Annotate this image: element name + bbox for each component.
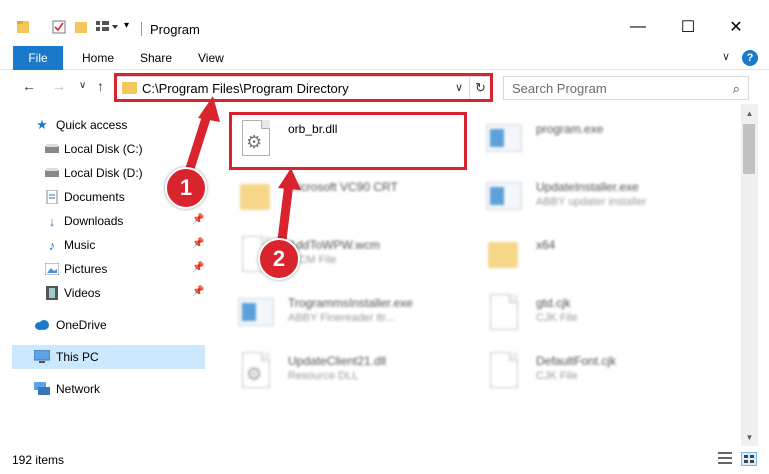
file-item-updateinstaller-exe[interactable]: UpdateInstaller.exe ABBY updater install…	[480, 170, 720, 226]
tab-view[interactable]: View	[198, 51, 224, 65]
large-icons-view-icon[interactable]	[741, 452, 757, 466]
sidebar-item-onedrive[interactable]: OneDrive	[12, 313, 205, 337]
cloud-icon	[34, 318, 50, 332]
tab-home[interactable]: Home	[82, 51, 114, 65]
navigation-pane: ★ Quick access Local Disk (C:) Local Dis…	[0, 104, 208, 446]
sidebar-item-pictures[interactable]: Pictures 📌	[12, 257, 205, 281]
music-icon: ♪	[48, 237, 56, 253]
search-box[interactable]: ⌕	[503, 76, 749, 100]
ribbon: File Home Share View ∨ ?	[0, 46, 769, 70]
exe-file-icon	[232, 292, 278, 342]
search-icon[interactable]: ⌕	[733, 81, 740, 97]
scroll-down-arrow-icon[interactable]: ▼	[741, 430, 758, 444]
sidebar-item-quick-access[interactable]: ★ Quick access	[12, 113, 205, 137]
item-count: 192 items	[12, 453, 65, 467]
maximize-button[interactable]: ☐	[666, 12, 710, 42]
step-1-callout: 1	[165, 167, 207, 209]
file-item-updateclient21-dll[interactable]: ⚙ UpdateClient21.dll Resource DLL	[232, 344, 472, 400]
drive-icon	[44, 142, 60, 156]
tab-file[interactable]: File	[13, 46, 63, 70]
folder-icon	[16, 20, 30, 34]
pin-icon: 📌	[192, 286, 205, 297]
network-icon	[34, 382, 50, 396]
minimize-button[interactable]: —	[616, 12, 660, 42]
folder-icon	[232, 176, 278, 226]
exe-file-icon	[480, 176, 526, 226]
properties-icon[interactable]	[52, 20, 66, 34]
up-button[interactable]: ↑	[97, 78, 104, 94]
close-button[interactable]: ✕	[714, 12, 758, 42]
status-bar: 192 items	[0, 446, 769, 474]
sidebar-item-videos[interactable]: Videos 📌	[12, 281, 205, 305]
file-item-gtd-cjk[interactable]: gtd.cjk CJK File	[480, 286, 720, 342]
file-item-program-exe[interactable]: program.exe	[480, 112, 720, 168]
computer-icon	[34, 350, 50, 364]
file-list: ⚙ orb_br.dll program.exe Microsoft VC90 …	[216, 104, 740, 446]
new-folder-icon[interactable]	[74, 20, 88, 34]
back-button[interactable]: ←	[22, 78, 36, 94]
pin-icon: 📌	[192, 214, 205, 225]
dropdown-arrow-icon[interactable]: ▾	[124, 20, 138, 34]
help-icon[interactable]: ?	[742, 50, 758, 66]
drive-icon	[44, 166, 60, 180]
collapse-ribbon-icon[interactable]: ∨	[722, 50, 730, 63]
address-highlight-box	[114, 73, 493, 102]
sidebar-item-network[interactable]: Network	[12, 377, 205, 401]
star-icon: ★	[36, 117, 48, 132]
file-item-x64-folder[interactable]: x64	[480, 228, 720, 284]
documents-icon	[44, 190, 60, 204]
search-input[interactable]	[512, 80, 722, 96]
forward-button[interactable]: →	[52, 78, 66, 94]
file-item-vc90-folder[interactable]: Microsoft VC90 CRT	[232, 170, 472, 226]
recent-locations-button[interactable]: ∨	[79, 80, 86, 91]
file-item-trogrammsinstaller-exe[interactable]: TrogrammsInstaller.exe ABBY Finereader t…	[232, 286, 472, 342]
file-icon	[480, 292, 526, 342]
file-icon	[480, 350, 526, 400]
vertical-scrollbar[interactable]: ▲ ▼	[741, 104, 758, 446]
file-item-defaultfont-cjk[interactable]: DefaultFont.cjk CJK File	[480, 344, 720, 400]
title-bar: ▾ Program — ☐ ✕	[0, 0, 769, 46]
folder-icon	[480, 234, 526, 284]
tab-share[interactable]: Share	[140, 51, 172, 65]
videos-icon	[44, 286, 60, 300]
file-item-orb-br-dll[interactable]: ⚙ orb_br.dll	[232, 112, 472, 168]
scroll-thumb[interactable]	[743, 124, 755, 174]
sidebar-item-music[interactable]: ♪ Music 📌	[12, 233, 205, 257]
sidebar-item-local-disk-c[interactable]: Local Disk (C:)	[12, 137, 205, 161]
sidebar-item-this-pc[interactable]: This PC	[12, 345, 205, 369]
details-view-icon[interactable]	[718, 452, 734, 466]
customize-quick-access-icon[interactable]	[95, 20, 118, 34]
scroll-up-arrow-icon[interactable]: ▲	[741, 106, 758, 120]
window-title: Program	[150, 22, 200, 37]
step-2-callout: 2	[258, 238, 300, 280]
download-icon: ↓	[48, 213, 56, 229]
pin-icon: 📌	[192, 238, 205, 249]
exe-file-icon	[480, 118, 526, 168]
pin-icon: 📌	[192, 262, 205, 273]
dll-file-icon: ⚙	[232, 350, 278, 400]
sidebar-item-downloads[interactable]: ↓ Downloads 📌	[12, 209, 205, 233]
dll-file-icon: ⚙	[232, 118, 278, 168]
pictures-icon	[44, 262, 60, 276]
title-separator	[141, 22, 142, 36]
